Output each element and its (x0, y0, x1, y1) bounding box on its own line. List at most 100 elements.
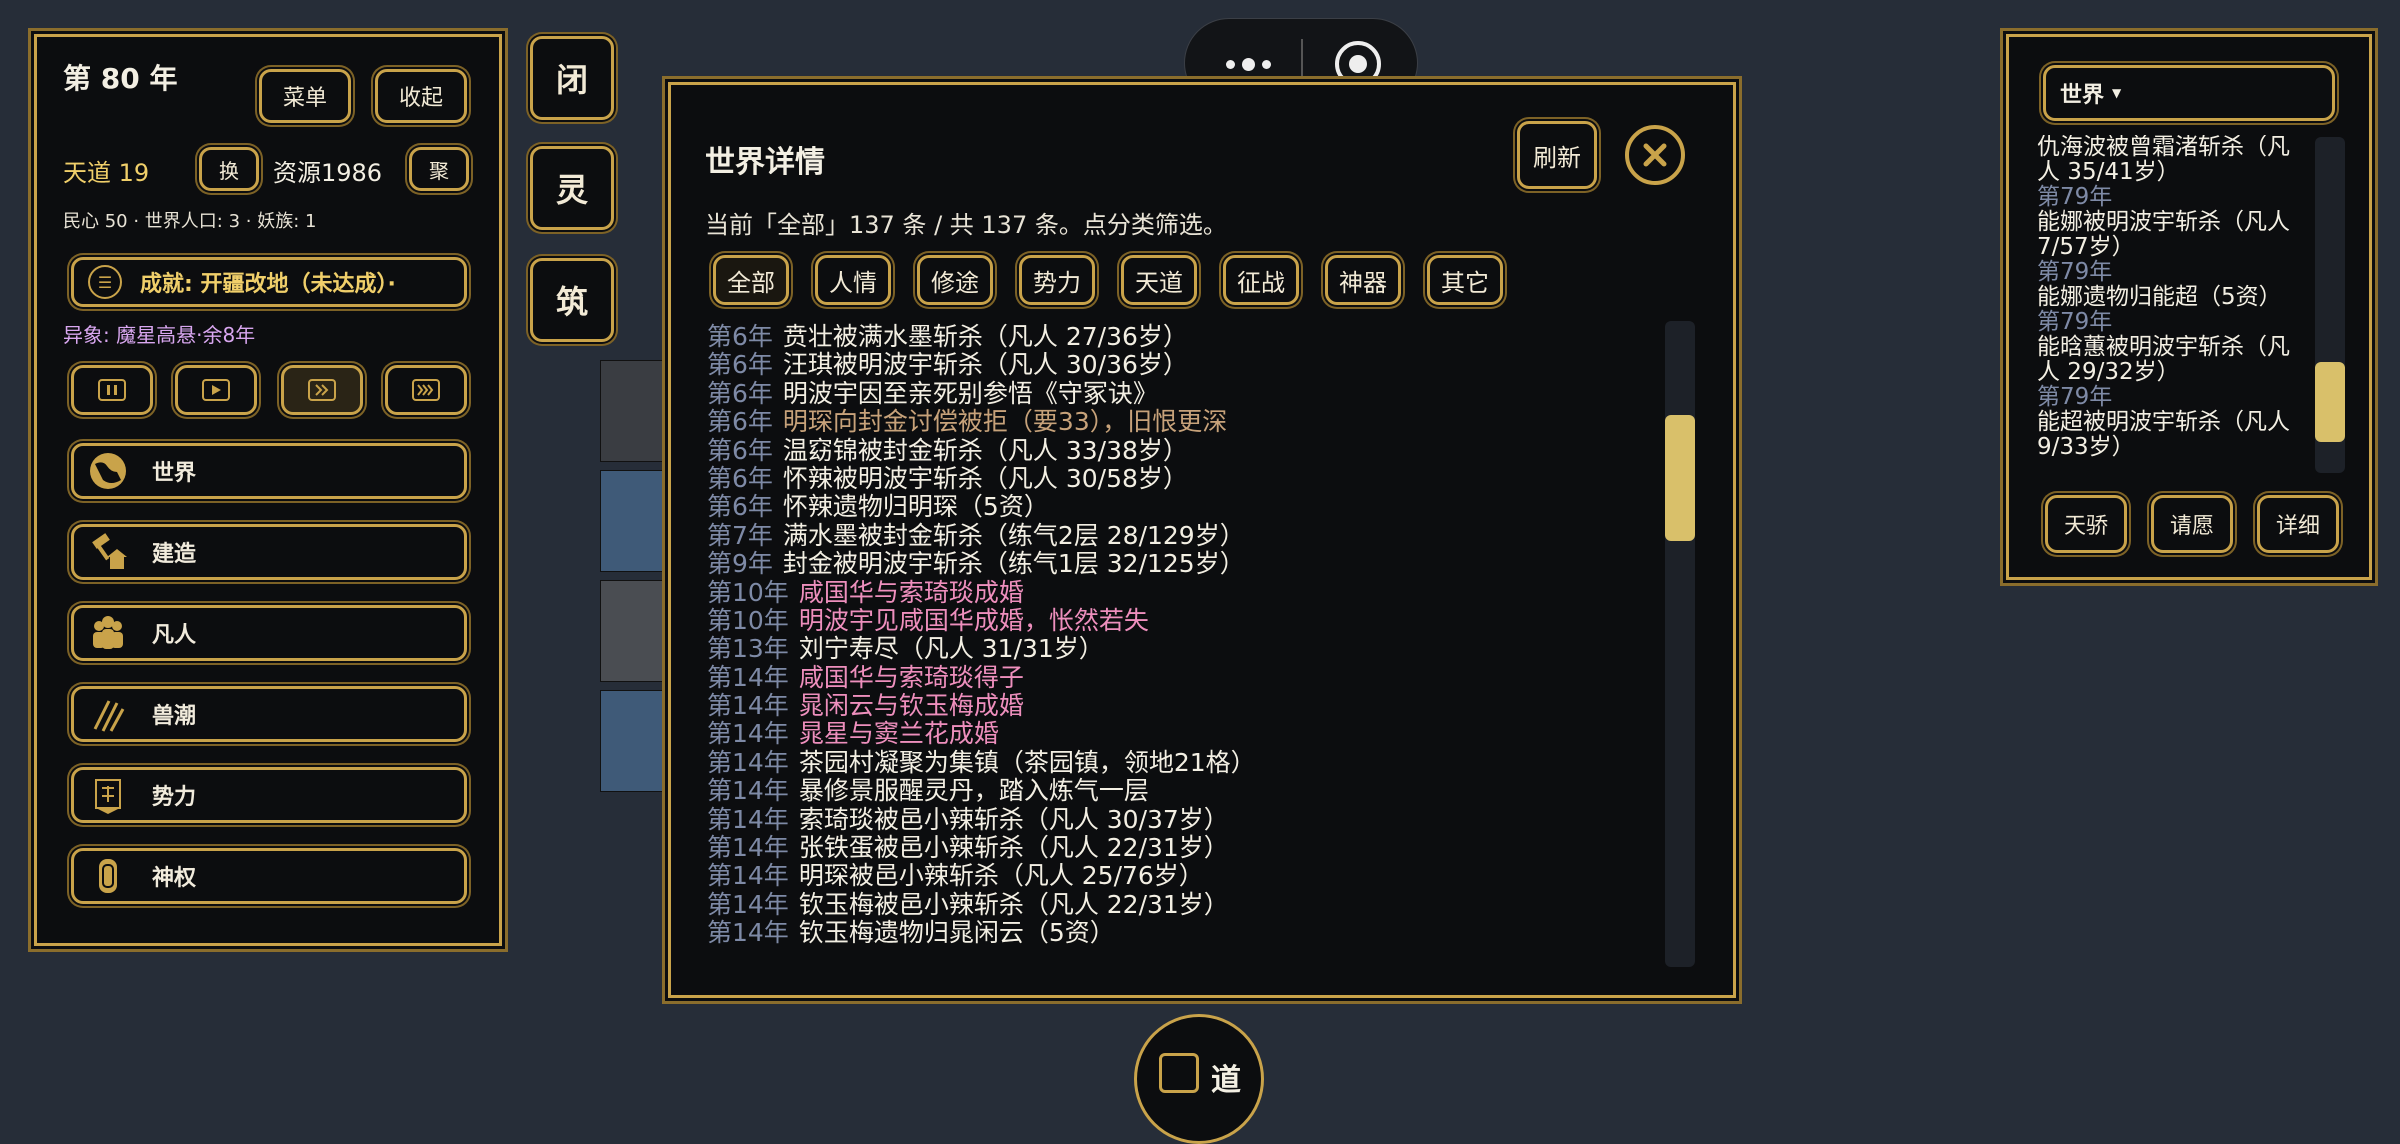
collapse-button[interactable]: 收起 (375, 69, 467, 123)
log-entry: 第14年 张铁蛋被邑小辣斩杀（凡人 22/31岁） (707, 833, 1647, 863)
log-entry-year: 第6年 (707, 322, 773, 351)
nav-world-button[interactable]: 世界 (71, 443, 467, 499)
petition-button[interactable]: 请愿 (2151, 495, 2233, 553)
nav-mortals-button[interactable]: 凡人 (71, 605, 467, 661)
scope-select-value: 世界 (2060, 83, 2105, 108)
recent-events-list[interactable]: 仇海波被曾霜渚斩杀（凡人 35/41岁） 第79年 能娜被明波宇斩杀（凡人 7/57… (2037, 135, 2303, 465)
side-button-spirit[interactable]: 灵 (530, 146, 614, 230)
refresh-button[interactable]: 刷新 (1517, 121, 1597, 189)
map-tile (600, 470, 672, 572)
talent-button[interactable]: 天骄 (2045, 495, 2127, 553)
fastest-button[interactable] (385, 365, 467, 415)
menu-button[interactable]: 菜单 (259, 69, 351, 123)
pause-button[interactable] (71, 365, 153, 415)
log-entry: 第6年 汪琪被明波宇斩杀（凡人 30/36岁） (707, 351, 1647, 379)
side-button-close[interactable]: 闭 (530, 36, 614, 120)
dao-icon (1159, 1053, 1199, 1093)
log-entry-text: 明琛被邑小辣斩杀（凡人 25/76岁） (798, 861, 1204, 891)
filter-war[interactable]: 征战 (1223, 255, 1299, 305)
recent-entry-text: 能超被明波宇斩杀（凡人 9/33岁） (2037, 409, 2290, 460)
filter-cultivation[interactable]: 修途 (917, 255, 993, 305)
nav-divine-right-button[interactable]: 神权 (71, 848, 467, 904)
log-entry-year: 第14年 (707, 747, 789, 777)
log-entry-text: 茶园村凝聚为集镇（茶园镇，领地21格） (798, 747, 1256, 777)
recent-scrollbar-thumb[interactable] (2315, 362, 2345, 442)
log-entry-year: 第14年 (707, 719, 789, 749)
nav-divine-right-label: 神权 (152, 866, 197, 891)
target-icon[interactable] (1335, 41, 1381, 87)
log-entry-text: 温窈锦被封金斩杀（凡人 33/38岁） (782, 435, 1188, 465)
right-panel: 世界 ▼ 仇海波被曾霜渚斩杀（凡人 35/41岁） 第79年 能娜被明波宇斩杀（凡人… (2006, 34, 2372, 580)
log-entry-year: 第14年 (707, 833, 789, 863)
filter-heaven[interactable]: 天道 (1121, 255, 1197, 305)
log-entry-year: 第6年 (707, 492, 773, 522)
log-entry-year: 第14年 (707, 662, 789, 692)
nav-build-button[interactable]: 建造 (71, 524, 467, 580)
log-entry-year: 第6年 (707, 378, 773, 408)
nav-world-label: 世界 (152, 461, 197, 486)
log-entry-year: 第13年 (707, 634, 789, 664)
fast-forward-button[interactable] (281, 365, 363, 415)
gather-button[interactable]: 聚 (409, 147, 469, 191)
log-scrollbar-track[interactable] (1665, 321, 1695, 967)
dao-label: 道 (1211, 1063, 1241, 1098)
log-entry-year: 第10年 (707, 577, 789, 607)
log-entry: 第14年 晁星与窦兰花成婚 (707, 720, 1647, 748)
filter-other[interactable]: 其它 (1427, 255, 1503, 305)
log-entry-year: 第7年 (707, 520, 773, 550)
log-entry-text: 封金被明波宇斩杀（练气1层 32/125岁） (782, 549, 1245, 579)
fastest-icon (412, 379, 440, 401)
scope-select[interactable]: 世界 ▼ (2043, 65, 2335, 121)
recent-entry-year: 第79年 (2037, 384, 2113, 410)
dao-button[interactable]: 道 (1134, 1014, 1264, 1144)
recent-entry-text: 仇海波被曾霜渚斩杀（凡人 35/41岁） (2037, 135, 2290, 185)
banner-icon (84, 771, 132, 819)
log-entry-text: 刘宁寿尽（凡人 31/31岁） (798, 634, 1104, 664)
log-entry: 第14年 明琛被邑小辣斩杀（凡人 25/76岁） (707, 862, 1647, 890)
play-icon (202, 379, 230, 401)
nav-factions-button[interactable]: 势力 (71, 767, 467, 823)
event-log-list[interactable]: 第6年 贲壮被满水墨斩杀（凡人 27/36岁） 第6年 汪琪被明波宇斩杀（凡人 30/… (707, 321, 1647, 969)
filter-relations[interactable]: 人情 (815, 255, 891, 305)
log-scrollbar-thumb[interactable] (1665, 415, 1695, 541)
fast-forward-icon (308, 379, 336, 401)
log-entry-text: 怀辣被明波宇斩杀（凡人 30/58岁） (782, 463, 1188, 493)
details-button[interactable]: 详细 (2257, 495, 2339, 553)
log-entry-text: 晁星与窦兰花成婚 (798, 719, 999, 749)
log-entry-year: 第10年 (707, 605, 789, 635)
log-entry-text: 咸国华与索琦琰得子 (798, 662, 1024, 692)
log-entry-year: 第14年 (707, 918, 789, 948)
filter-factions[interactable]: 势力 (1019, 255, 1095, 305)
close-button[interactable] (1625, 125, 1685, 185)
log-entry-text: 怀辣遗物归明琛（5资） (782, 492, 1049, 522)
log-entry-text: 张铁蛋被邑小辣斩杀（凡人 22/31岁） (798, 833, 1229, 863)
play-button[interactable] (175, 365, 257, 415)
log-entry: 第13年 刘宁寿尽（凡人 31/31岁） (707, 635, 1647, 663)
achievement-icon: ☰ (88, 265, 122, 299)
log-entry: 第14年 晁闲云与钦玉梅成婚 (707, 691, 1647, 721)
more-dots-icon[interactable] (1213, 47, 1283, 81)
nav-beast-tide-label: 兽潮 (152, 704, 197, 729)
recent-scrollbar-track[interactable] (2315, 137, 2345, 473)
recent-entry-year: 第79年 (2037, 184, 2113, 210)
left-panel: 第 80 年 菜单 收起 天道 19 换 资源1986 聚 民心 50 · 世界… (34, 34, 502, 946)
filter-all[interactable]: 全部 (713, 255, 789, 305)
log-entry: 第10年 明波宇见咸国华成婚，怅然若失 (707, 605, 1647, 635)
swap-button[interactable]: 换 (199, 147, 259, 191)
log-entry: 第14年 索琦琰被邑小辣斩杀（凡人 30/37岁） (707, 805, 1647, 834)
log-entry: 第14年 茶园村凝聚为集镇（茶园镇，领地21格） (707, 747, 1647, 777)
filter-artifacts[interactable]: 神器 (1325, 255, 1401, 305)
nav-beast-tide-button[interactable]: 兽潮 (71, 686, 467, 742)
omen-text: 异象: 魔星高悬·余8年 (63, 323, 256, 347)
log-entry-year: 第9年 (707, 549, 773, 579)
nav-factions-label: 势力 (152, 785, 197, 810)
log-entry: 第14年 钦玉梅遗物归晁闲云（5资） (707, 919, 1647, 947)
log-entry-year: 第14年 (707, 861, 789, 891)
log-entry-year: 第14年 (707, 691, 789, 721)
dialog-title: 世界详情 (705, 145, 825, 180)
log-entry: 第6年 温窈锦被封金斩杀（凡人 33/38岁） (707, 435, 1647, 465)
achievement-bar[interactable]: ☰ 成就: 开疆改地（未达成）· (71, 257, 467, 307)
tablet-icon (84, 852, 132, 900)
side-button-build[interactable]: 筑 (530, 258, 614, 342)
log-entry: 第6年 明琛向封金讨偿被拒（要33），旧恨更深 (707, 407, 1647, 436)
